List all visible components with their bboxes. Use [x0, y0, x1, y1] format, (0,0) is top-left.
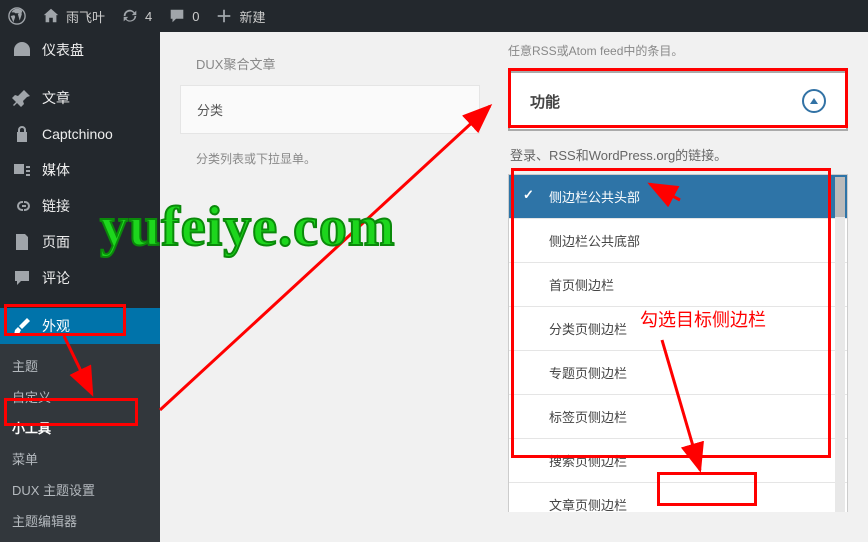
menu-links[interactable]: 链接 [0, 188, 160, 224]
dashboard-icon [12, 40, 32, 60]
menu-label: 页面 [42, 232, 70, 252]
plus-icon [215, 7, 233, 25]
submenu-dux[interactable]: DUX 主题设置 [0, 474, 160, 505]
scrollbar[interactable] [835, 177, 845, 512]
menu-label: 媒体 [42, 160, 70, 180]
site-name-link[interactable]: 雨飞叶 [42, 7, 105, 26]
menu-comments[interactable]: 评论 [0, 260, 160, 296]
content-area: DUX聚合文章 分类 分类列表或下拉显单。 任意RSS或Atom feed中的条… [160, 32, 868, 512]
media-icon [12, 160, 32, 180]
menu-media[interactable]: 媒体 [0, 152, 160, 188]
collapse-button[interactable] [802, 89, 826, 113]
menu-posts[interactable]: 文章 [0, 80, 160, 116]
right-widget-panel: 任意RSS或Atom feed中的条目。 功能 登录、RSS和WordPress… [508, 42, 848, 512]
menu-label: 文章 [42, 88, 70, 108]
pin-icon [12, 88, 32, 108]
comments-icon [12, 268, 32, 288]
link-icon [12, 196, 32, 216]
function-description: 登录、RSS和WordPress.org的链接。 [508, 141, 848, 174]
new-content-link[interactable]: 新建 [215, 7, 265, 26]
updates-count: 4 [145, 9, 152, 24]
brush-icon [12, 316, 32, 336]
lock-icon [12, 124, 32, 144]
home-icon [42, 7, 60, 25]
submenu-widgets[interactable]: 小工具 [0, 412, 160, 443]
menu-label: Captchinoo [42, 126, 113, 142]
submenu-customize[interactable]: 自定义 [0, 381, 160, 412]
list-item-public-footer[interactable]: 侧边栏公共底部 [509, 219, 847, 263]
widget-title: DUX聚合文章 [180, 42, 480, 85]
admin-sidebar: 仪表盘 文章 Captchinoo 媒体 链接 页面 评论 外观 主题 自定义 … [0, 32, 160, 512]
menu-pages[interactable]: 页面 [0, 224, 160, 260]
submenu-menus[interactable]: 菜单 [0, 443, 160, 474]
wordpress-icon [8, 7, 26, 25]
menu-label: 仪表盘 [42, 40, 84, 60]
menu-label: 评论 [42, 268, 70, 288]
triangle-up-icon [809, 96, 819, 106]
list-item-topic[interactable]: 专题页侧边栏 [509, 351, 847, 395]
function-widget-header[interactable]: 功能 [508, 71, 848, 131]
list-item-post[interactable]: 文章页侧边栏 [509, 483, 847, 512]
sidebar-area-list: 侧边栏公共头部 侧边栏公共底部 首页侧边栏 分类页侧边栏 专题页侧边栏 标签页侧… [508, 174, 848, 512]
comments-link[interactable]: 0 [168, 7, 199, 25]
rss-note: 任意RSS或Atom feed中的条目。 [508, 42, 848, 71]
list-item-tag[interactable]: 标签页侧边栏 [509, 395, 847, 439]
menu-appearance[interactable]: 外观 [0, 308, 160, 344]
page-icon [12, 232, 32, 252]
menu-captchinoo[interactable]: Captchinoo [0, 116, 160, 152]
site-name: 雨飞叶 [66, 7, 105, 26]
menu-label: 外观 [42, 316, 70, 336]
list-item-category[interactable]: 分类页侧边栏 [509, 307, 847, 351]
widget-category[interactable]: 分类 [180, 85, 480, 134]
new-label: 新建 [239, 7, 265, 26]
wp-logo[interactable] [8, 7, 26, 25]
function-title: 功能 [530, 91, 560, 112]
widget-note: 分类列表或下拉显单。 [180, 142, 480, 175]
list-item-public-header[interactable]: 侧边栏公共头部 [509, 175, 847, 219]
admin-toolbar: 雨飞叶 4 0 新建 [0, 0, 868, 32]
appearance-submenu: 主题 自定义 小工具 菜单 DUX 主题设置 主题编辑器 [0, 344, 160, 542]
updates-link[interactable]: 4 [121, 7, 152, 25]
comments-count: 0 [192, 9, 199, 24]
menu-label: 链接 [42, 196, 70, 216]
list-item-home[interactable]: 首页侧边栏 [509, 263, 847, 307]
submenu-themes[interactable]: 主题 [0, 350, 160, 381]
list-item-search[interactable]: 搜索页侧边栏 [509, 439, 847, 483]
refresh-icon [121, 7, 139, 25]
left-widget-panel: DUX聚合文章 分类 分类列表或下拉显单。 [180, 42, 480, 175]
submenu-editor[interactable]: 主题编辑器 [0, 505, 160, 536]
comment-icon [168, 7, 186, 25]
menu-dashboard[interactable]: 仪表盘 [0, 32, 160, 68]
scrollbar-thumb[interactable] [835, 177, 845, 217]
